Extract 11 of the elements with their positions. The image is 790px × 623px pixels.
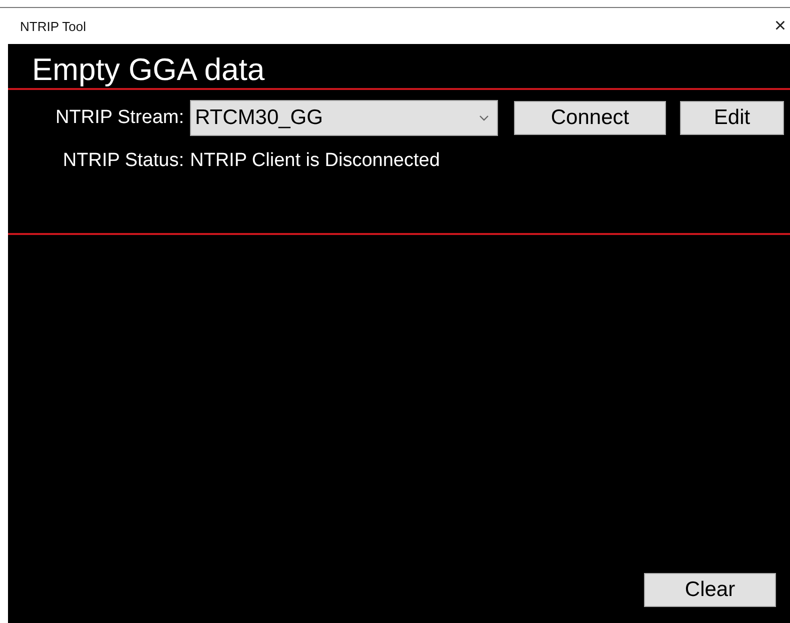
status-text: NTRIP Client is Disconnected <box>190 150 440 172</box>
close-icon[interactable]: × <box>774 14 786 38</box>
stream-label: NTRIP Stream: <box>54 107 185 129</box>
stream-dropdown[interactable]: RTCM30_GG <box>190 100 498 136</box>
clear-button[interactable]: Clear <box>644 573 776 607</box>
heading: Empty GGA data <box>31 51 266 88</box>
window-title: NTRIP Tool <box>20 18 86 34</box>
chevron-down-icon <box>479 115 489 121</box>
status-label: NTRIP Status: <box>62 150 185 172</box>
edit-button[interactable]: Edit <box>680 101 784 135</box>
connect-button[interactable]: Connect <box>514 101 666 135</box>
